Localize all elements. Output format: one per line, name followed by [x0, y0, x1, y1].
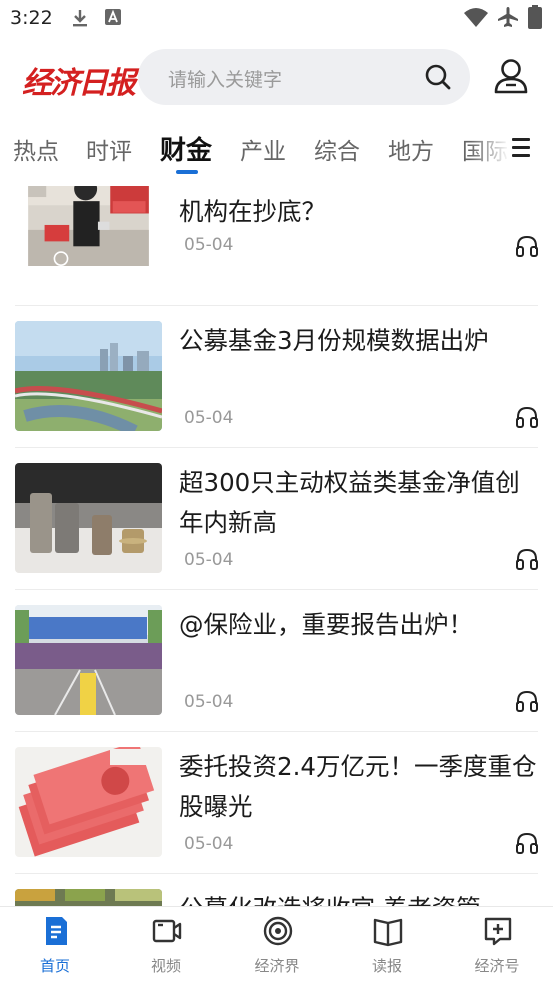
divider — [15, 731, 538, 732]
tab-commentary[interactable]: 时评 — [86, 132, 132, 166]
news-thumbnail-store — [28, 186, 149, 266]
tab-hot[interactable]: 热点 — [13, 132, 59, 166]
home-doc-icon — [46, 917, 67, 945]
news-date: 05-04 — [184, 235, 234, 255]
news-date: 05-04 — [184, 692, 234, 712]
search-box[interactable]: 请输入关键字 — [138, 49, 470, 105]
app-logo[interactable]: 经济日报 — [22, 58, 136, 102]
active-tab-indicator — [176, 170, 198, 174]
target-icon — [263, 916, 293, 946]
news-item[interactable]: 超300只主动权益类基金净值创年内新高 05-04 — [0, 462, 553, 604]
news-item[interactable]: 公募基金3月份规模数据出炉 05-04 — [0, 320, 553, 462]
headphones-icon[interactable] — [515, 406, 539, 428]
status-bar: 3:22 — [0, 0, 553, 38]
airplane-icon — [498, 7, 518, 27]
download-icon — [73, 10, 87, 27]
status-time: 3:22 — [10, 7, 53, 29]
news-thumbnail-banknotes — [15, 747, 162, 857]
news-list: 消费潮助推这类基金大涨！哪些机构在抄底？ 05-04 公募基金3月份规模数据出炉… — [0, 186, 553, 906]
tabs-fade — [470, 122, 510, 178]
user-icon[interactable] — [494, 58, 528, 94]
nav-label: 经济号 — [474, 957, 520, 975]
divider — [15, 873, 538, 874]
news-item[interactable]: @保险业，重要报告出炉！ 05-04 — [0, 604, 553, 746]
news-date: 05-04 — [184, 408, 234, 428]
news-title: @保险业，重要报告出炉！ — [179, 610, 473, 639]
bottom-nav: 首页 视频 经济界 读报 经济号 — [0, 906, 553, 984]
header: 经济日报 请输入关键字 — [0, 38, 553, 118]
news-title: 公募基金3月份规模数据出炉 — [179, 326, 489, 355]
category-tabs: 热点 时评 财金 产业 综合 地方 国际 — [0, 122, 553, 178]
news-item[interactable]: 委托投资2.4万亿元！一季度重仓股曝光 05-04 — [0, 746, 553, 888]
headphones-icon[interactable] — [515, 548, 539, 570]
nav-read-paper[interactable]: 读报 — [347, 907, 427, 984]
divider — [15, 305, 538, 306]
nav-label: 视频 — [150, 957, 181, 975]
nav-label: 首页 — [39, 957, 70, 975]
news-title: 委托投资2.4万亿元！一季度重仓股曝光 — [179, 752, 537, 821]
headphones-icon[interactable] — [515, 832, 539, 854]
tab-general[interactable]: 综合 — [314, 132, 360, 166]
tab-industry[interactable]: 产业 — [240, 132, 286, 166]
divider — [15, 447, 538, 448]
search-icon[interactable] — [424, 63, 452, 91]
battery-icon — [528, 5, 542, 29]
news-date: 05-04 — [184, 834, 234, 854]
book-icon — [373, 918, 403, 947]
news-title: 消费潮助推这类基金大涨！哪些机构在抄底？ — [179, 197, 326, 226]
video-icon — [152, 919, 182, 943]
a-notification-icon — [105, 9, 121, 25]
divider — [15, 589, 538, 590]
search-placeholder: 请输入关键字 — [168, 69, 283, 91]
menu-icon[interactable] — [512, 138, 532, 160]
news-date: 05-04 — [184, 550, 234, 570]
nav-home[interactable]: 首页 — [15, 907, 95, 984]
nav-label: 读报 — [371, 957, 402, 975]
news-item[interactable]: 消费潮助推这类基金大涨！哪些机构在抄底？ 05-04 — [0, 186, 553, 298]
nav-label: 经济界 — [254, 957, 300, 975]
news-thumbnail-city-rail — [15, 321, 162, 431]
news-title: 公募化改造将收官 养老资管 — [179, 889, 539, 906]
news-thumbnail-coins — [15, 463, 162, 573]
nav-economy-circle[interactable]: 经济界 — [237, 907, 317, 984]
news-title: 超300只主动权益类基金净值创年内新高 — [179, 468, 520, 537]
headphones-icon[interactable] — [515, 690, 539, 712]
nav-video[interactable]: 视频 — [126, 907, 206, 984]
tab-local[interactable]: 地方 — [388, 132, 434, 166]
plus-square-icon — [484, 917, 512, 946]
news-item[interactable]: 公募化改造将收官 养老资管 — [0, 888, 553, 906]
tab-finance[interactable]: 财金 — [160, 130, 212, 167]
wifi-icon — [464, 8, 488, 27]
nav-economy-account[interactable]: 经济号 — [457, 907, 537, 984]
news-thumbnail-marathon — [15, 605, 162, 715]
news-thumbnail-partial — [15, 889, 162, 906]
headphones-icon[interactable] — [515, 235, 539, 257]
